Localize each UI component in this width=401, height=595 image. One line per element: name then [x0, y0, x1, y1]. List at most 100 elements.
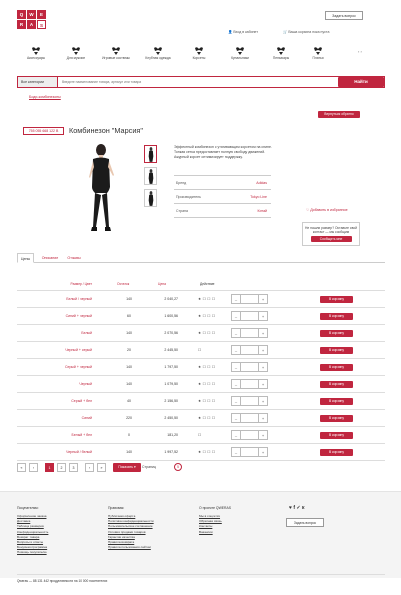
row-action-icons[interactable]: ☐: [198, 433, 201, 437]
thumbnail[interactable]: [144, 167, 157, 185]
tab-prices[interactable]: Цены: [17, 253, 34, 263]
thumbnail[interactable]: [144, 189, 157, 207]
page-first[interactable]: «: [17, 463, 26, 472]
search-input[interactable]: [62, 77, 337, 87]
increment-button[interactable]: +: [258, 379, 268, 389]
increment-button[interactable]: +: [258, 430, 268, 440]
login-link[interactable]: 👤 Вход в кабинет: [228, 30, 258, 34]
footer-link[interactable]: Правила пользования сайтом: [108, 545, 154, 550]
logo[interactable]: Q W E R A S: [17, 10, 47, 33]
page-1[interactable]: 1: [45, 463, 54, 472]
quantity-input[interactable]: [241, 447, 258, 457]
add-to-cart-button[interactable]: В корзину: [320, 432, 353, 439]
footer-link[interactable]: Помощь покупателю: [17, 550, 48, 555]
increment-button[interactable]: +: [258, 328, 268, 338]
decrement-button[interactable]: –: [231, 311, 241, 321]
row-action-icons[interactable]: ★ ☐ ☐ ☐: [198, 314, 215, 318]
increment-button[interactable]: +: [258, 311, 268, 321]
decrement-button[interactable]: –: [231, 447, 241, 457]
increment-button[interactable]: +: [258, 396, 268, 406]
row-action-icons[interactable]: ★ ☐ ☐ ☐: [198, 382, 215, 386]
page-3[interactable]: 3: [69, 463, 78, 472]
search-category-select[interactable]: Все категории: [18, 77, 58, 87]
add-to-cart-button[interactable]: В корзину: [320, 330, 353, 337]
tab-reviews[interactable]: Отзывы: [65, 253, 83, 263]
callback-button[interactable]: Задать вопрос: [325, 11, 363, 20]
nav-item-corsets[interactable]: Корсеты: [181, 46, 217, 60]
quantity-input[interactable]: [241, 328, 258, 338]
increment-button[interactable]: +: [258, 345, 268, 355]
page-last[interactable]: »: [97, 463, 106, 472]
decrement-button[interactable]: –: [231, 413, 241, 423]
page-prev[interactable]: ‹: [29, 463, 38, 472]
spec-value[interactable]: Tokyo Line: [250, 195, 267, 199]
search-button[interactable]: Найти: [338, 77, 384, 87]
spec-key: Страна: [176, 209, 188, 213]
increment-button[interactable]: +: [258, 413, 268, 423]
row-action-icons[interactable]: ★ ☐ ☐ ☐: [198, 297, 215, 301]
decrement-button[interactable]: –: [231, 396, 241, 406]
back-button[interactable]: Вернуться обратно: [318, 111, 360, 118]
social-icons[interactable]: ♥ f ✓ к: [289, 505, 305, 511]
breadcrumb[interactable]: Боди-комбинезоны: [29, 95, 61, 99]
quantity-input[interactable]: [241, 345, 258, 355]
nav-item-label: Корсеты: [192, 56, 206, 60]
nav-item-dresses[interactable]: Платья: [300, 46, 336, 60]
tab-description[interactable]: Описание: [39, 253, 61, 263]
increment-button[interactable]: +: [258, 294, 268, 304]
notify-button[interactable]: Сообщить мне: [310, 236, 352, 242]
thumbnail[interactable]: [144, 145, 157, 163]
add-to-cart-button[interactable]: В корзину: [320, 296, 353, 303]
nav-item-peignoirs[interactable]: Пеньюары: [263, 46, 299, 60]
decrement-button[interactable]: –: [231, 345, 241, 355]
add-to-cart-button[interactable]: В корзину: [320, 313, 353, 320]
nav-item-swimwear[interactable]: Купальники: [222, 46, 258, 60]
nav-item-men[interactable]: Для мужчин: [58, 46, 94, 60]
add-to-cart-button[interactable]: В корзину: [320, 398, 353, 405]
footer-callback-button[interactable]: Задать вопрос: [286, 518, 324, 527]
decrement-button[interactable]: –: [231, 430, 241, 440]
add-to-cart-button[interactable]: В корзину: [320, 449, 353, 456]
row-stock: 0: [128, 433, 130, 437]
nav-item-accessories[interactable]: Аксессуары: [18, 46, 54, 60]
quantity-input[interactable]: [241, 362, 258, 372]
quantity-input[interactable]: [241, 413, 258, 423]
row-action-icons[interactable]: ★ ☐ ☐ ☐: [198, 416, 215, 420]
row-action-icons[interactable]: ★ ☐ ☐ ☐: [198, 331, 215, 335]
decrement-button[interactable]: –: [231, 328, 241, 338]
add-to-cart-button[interactable]: В корзину: [320, 415, 353, 422]
nav-item-costumes[interactable]: Игровые костюмы: [98, 46, 134, 60]
decrement-button[interactable]: –: [231, 379, 241, 389]
quantity-input[interactable]: [241, 379, 258, 389]
spec-value[interactable]: Adidas: [256, 181, 267, 185]
add-favorite-link[interactable]: ♡ Добавить в избранное: [306, 208, 348, 212]
decrement-button[interactable]: –: [231, 362, 241, 372]
page-size-select[interactable]: Показать ▾: [113, 463, 141, 472]
page-next[interactable]: ›: [85, 463, 94, 472]
increment-button[interactable]: +: [258, 447, 268, 457]
add-to-cart-button[interactable]: В корзину: [320, 347, 353, 354]
row-action-icons[interactable]: ★ ☐ ☐ ☐: [198, 365, 215, 369]
nav-arrows[interactable]: ‹ ›: [358, 49, 362, 54]
quantity-input[interactable]: [241, 311, 258, 321]
add-to-cart-button[interactable]: В корзину: [320, 364, 353, 371]
row-action-icons[interactable]: ☐: [198, 348, 201, 352]
footer-link[interactable]: Пользовательское соглашение: [108, 524, 154, 529]
quantity-input[interactable]: [241, 294, 258, 304]
row-action-icons[interactable]: ★ ☐ ☐ ☐: [198, 399, 215, 403]
footer-link[interactable]: Вакансии: [199, 530, 231, 535]
lingerie-icon: [236, 47, 244, 55]
add-to-cart-button[interactable]: В корзину: [320, 381, 353, 388]
quantity-input[interactable]: [241, 430, 258, 440]
product-image[interactable]: [73, 143, 131, 235]
nav-item-clubwear[interactable]: Клубная одежда: [140, 46, 176, 60]
spec-table: Бренд Adidas Производитель Tokyo Line Ст…: [174, 175, 271, 218]
footer-link[interactable]: Таблица размеров: [17, 524, 48, 529]
row-action-icons[interactable]: ★ ☐ ☐ ☐: [198, 450, 215, 454]
page-2[interactable]: 2: [57, 463, 66, 472]
cart-link[interactable]: 🛒 Ваша корзина пока пуста: [283, 30, 329, 34]
increment-button[interactable]: +: [258, 362, 268, 372]
spec-value[interactable]: Китай: [258, 209, 267, 213]
quantity-input[interactable]: [241, 396, 258, 406]
decrement-button[interactable]: –: [231, 294, 241, 304]
